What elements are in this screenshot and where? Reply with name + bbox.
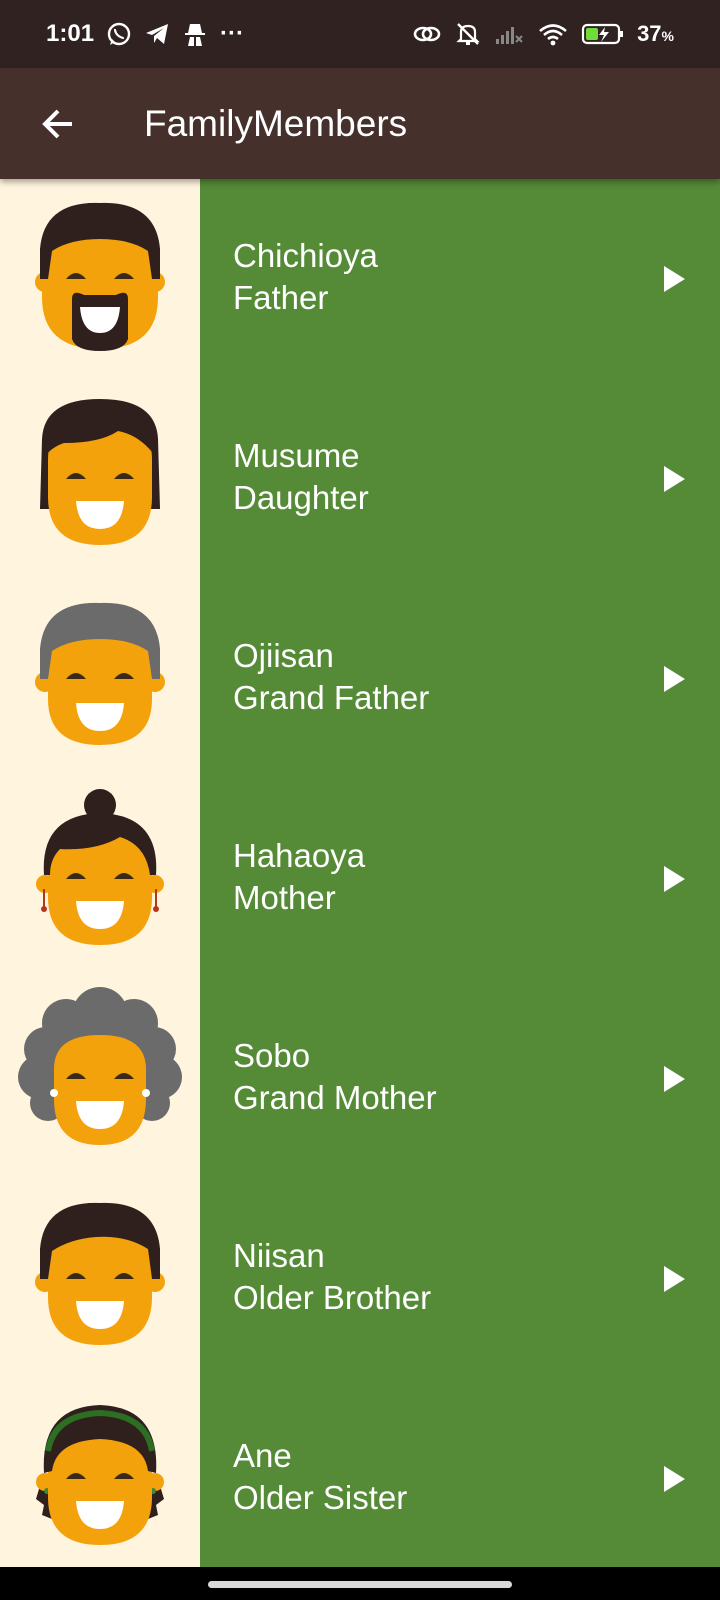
back-button[interactable] [30,96,86,152]
avatar-cell [0,179,200,379]
grandfather-avatar [35,602,165,745]
incognito-icon [185,24,206,46]
page-title: FamilyMembers [144,103,408,144]
japanese-name: Niisan [233,1237,325,1274]
english-name: Grand Mother [233,1079,437,1116]
avatar-cell [0,579,200,779]
list-item-mother[interactable]: Hahaoya Mother [0,779,720,979]
whatsapp-icon [107,22,131,46]
mother-avatar [36,789,164,945]
link-icon [413,26,441,42]
daughter-avatar [40,399,160,545]
list-item-daughter[interactable]: Musume Daughter [0,379,720,579]
signal-icon [496,27,523,44]
play-icon[interactable] [662,265,686,293]
family-members-list: Chichioya Father Musume Daughter Ojiisan… [0,179,720,1567]
japanese-name: Chichioya [233,237,378,274]
avatar-cell [0,1379,200,1567]
japanese-name: Ojiisan [233,637,334,674]
content-cell: Sobo Grand Mother [200,979,720,1179]
avatar-cell [0,979,200,1179]
content-cell: Chichioya Father [200,179,720,379]
content-cell: Ane Older Sister [200,1379,720,1567]
avatar-cell [0,1179,200,1379]
status-time: 1:01 [46,20,95,47]
list-item-grandmother[interactable]: Sobo Grand Mother [0,979,720,1179]
grandmother-avatar [18,987,182,1145]
arrow-left-icon [42,109,72,139]
content-cell: Musume Daughter [200,379,720,579]
play-icon[interactable] [662,665,686,693]
gesture-handle[interactable] [208,1581,512,1588]
english-name: Older Sister [233,1479,408,1516]
english-name: Mother [233,879,336,916]
member-names: Niisan Older Brother [233,1235,431,1319]
japanese-name: Musume [233,437,360,474]
battery-percent-sign: % [661,28,674,44]
status-bar: 1:01 ··· 37% [0,0,720,68]
list-item-grandfather[interactable]: Ojiisan Grand Father [0,579,720,779]
older-brother-avatar [35,1202,165,1345]
app-bar: FamilyMembers [0,68,720,179]
content-cell: Ojiisan Grand Father [200,579,720,779]
list-item-older-brother[interactable]: Niisan Older Brother [0,1179,720,1379]
english-name: Daughter [233,479,369,516]
member-names: Ane Older Sister [233,1435,407,1519]
play-icon[interactable] [662,1265,686,1293]
member-names: Musume Daughter [233,435,369,519]
status-right: 37% [411,0,674,68]
mute-icon [456,23,480,45]
japanese-name: Ane [233,1437,292,1474]
avatar-cell [0,779,200,979]
member-names: Hahaoya Mother [233,835,365,919]
english-name: Grand Father [233,679,430,716]
more-notifications-icon: ··· [220,20,245,47]
avatar-cell [0,379,200,579]
father-avatar [35,202,165,351]
content-cell: Hahaoya Mother [200,779,720,979]
play-icon[interactable] [662,1465,686,1493]
battery-percent-value: 37 [637,21,662,46]
battery-percent: 37% [637,21,674,47]
status-left: 1:01 ··· [46,0,244,68]
japanese-name: Hahaoya [233,837,366,874]
english-name: Older Brother [233,1279,432,1316]
english-name: Father [233,279,329,316]
member-names: Sobo Grand Mother [233,1035,437,1119]
play-icon[interactable] [662,865,686,893]
list-item-older-sister[interactable]: Ane Older Sister [0,1379,720,1567]
navigation-bar [0,1567,720,1600]
wifi-icon [539,24,567,46]
member-names: Chichioya Father [233,235,378,319]
older-sister-avatar [36,1405,164,1545]
content-cell: Niisan Older Brother [200,1179,720,1379]
japanese-name: Sobo [233,1037,311,1074]
play-icon[interactable] [662,465,686,493]
telegram-icon [146,24,169,44]
member-names: Ojiisan Grand Father [233,635,429,719]
list-item-father[interactable]: Chichioya Father [0,179,720,379]
battery-charging-icon [581,23,624,45]
play-icon[interactable] [662,1065,686,1093]
